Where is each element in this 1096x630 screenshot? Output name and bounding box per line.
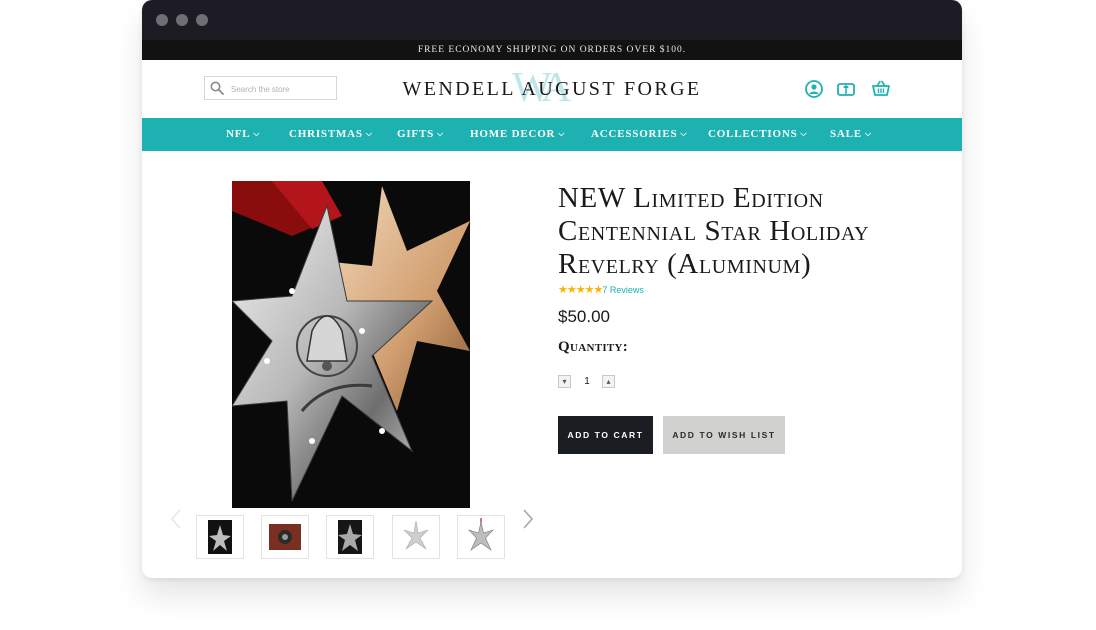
chevron-down-icon: ⌵ — [864, 129, 872, 138]
thumbnail-5[interactable] — [457, 515, 505, 559]
ornament-photo — [232, 181, 470, 508]
nav-item-label: COLLECTIONS — [708, 128, 798, 140]
thumbnail-1[interactable] — [196, 515, 244, 559]
nav-item-label: CHRISTMAS — [289, 128, 363, 140]
nav-item-label: HOME DECOR — [470, 128, 556, 140]
quantity-decrease-button[interactable]: ▾ — [558, 375, 571, 388]
thumbnail-image — [403, 520, 429, 550]
gift-card-icon[interactable] — [837, 80, 855, 98]
window-minimize-dot[interactable] — [176, 14, 188, 26]
chevron-left-icon[interactable] — [170, 508, 182, 530]
thumbnail-image — [467, 518, 495, 551]
search-input[interactable] — [229, 80, 333, 98]
star-rating-icon: ★★★★★ — [558, 284, 603, 296]
chevron-down-icon: ⌵ — [253, 129, 261, 138]
search-box[interactable] — [204, 76, 337, 100]
thumbnail-2[interactable] — [261, 515, 309, 559]
nav-item-label: SALE — [830, 128, 862, 140]
product-rating[interactable]: ★★★★★7 Reviews — [558, 283, 644, 297]
search-icon[interactable] — [210, 81, 224, 95]
chevron-down-icon: ⌵ — [365, 129, 373, 138]
main-nav: NFL ⌵ CHRISTMAS ⌵ GIFTS ⌵ HOME DECOR ⌵ ACCES… — [142, 118, 962, 151]
nav-item-collections[interactable]: COLLECTIONS ⌵ — [708, 118, 807, 151]
thumbnail-image — [208, 520, 232, 554]
site-header: WA WENDELL AUGUST FORGE — [142, 60, 962, 118]
add-to-cart-button[interactable]: ADD TO CART — [558, 416, 653, 454]
product-price: $50.00 — [558, 307, 610, 326]
nav-item-nfl[interactable]: NFL ⌵ — [226, 118, 260, 151]
thumbnail-image — [269, 524, 301, 550]
browser-window: FREE ECONOMY SHIPPING ON ORDERS OVER $10… — [142, 0, 962, 578]
logo-wordmark[interactable]: WENDELL AUGUST FORGE — [372, 78, 732, 101]
nav-item-label: GIFTS — [397, 128, 435, 140]
reviews-link[interactable]: 7 Reviews — [602, 285, 644, 295]
quantity-label: Quantity: — [558, 339, 629, 355]
thumbnail-4[interactable] — [392, 515, 440, 559]
add-to-wish-list-button[interactable]: ADD TO WISH LIST — [663, 416, 785, 454]
chevron-down-icon: ⌵ — [437, 129, 444, 138]
product-main-image[interactable] — [232, 181, 470, 508]
product-title: NEW Limited Edition Centennial Star Holi… — [558, 182, 870, 280]
nav-item-christmas[interactable]: CHRISTMAS ⌵ — [289, 118, 373, 151]
nav-item-label: ACCESSORIES — [591, 128, 678, 140]
chevron-down-icon: ▾ — [562, 377, 567, 386]
nav-item-home-decor[interactable]: HOME DECOR ⌵ — [470, 118, 565, 151]
window-titlebar — [142, 0, 962, 40]
chevron-down-icon: ⌵ — [680, 129, 688, 138]
chevron-down-icon: ⌵ — [558, 129, 566, 138]
basket-icon[interactable] — [872, 80, 890, 98]
chevron-down-icon: ⌵ — [800, 129, 808, 138]
user-icon[interactable] — [805, 80, 823, 98]
quantity-value[interactable]: 1 — [582, 375, 592, 388]
chevron-up-icon: ▴ — [606, 377, 611, 386]
nav-item-accessories[interactable]: ACCESSORIES ⌵ — [591, 118, 687, 151]
thumbnail-3[interactable] — [326, 515, 374, 559]
chevron-right-icon[interactable] — [522, 508, 534, 530]
promo-banner: FREE ECONOMY SHIPPING ON ORDERS OVER $10… — [142, 40, 962, 60]
nav-item-sale[interactable]: SALE ⌵ — [830, 118, 872, 151]
thumbnail-image — [338, 520, 362, 554]
quantity-increase-button[interactable]: ▴ — [602, 375, 615, 388]
window-maximize-dot[interactable] — [196, 14, 208, 26]
window-close-dot[interactable] — [156, 14, 168, 26]
nav-item-gifts[interactable]: GIFTS ⌵ — [397, 118, 444, 151]
nav-item-label: NFL — [226, 128, 251, 140]
